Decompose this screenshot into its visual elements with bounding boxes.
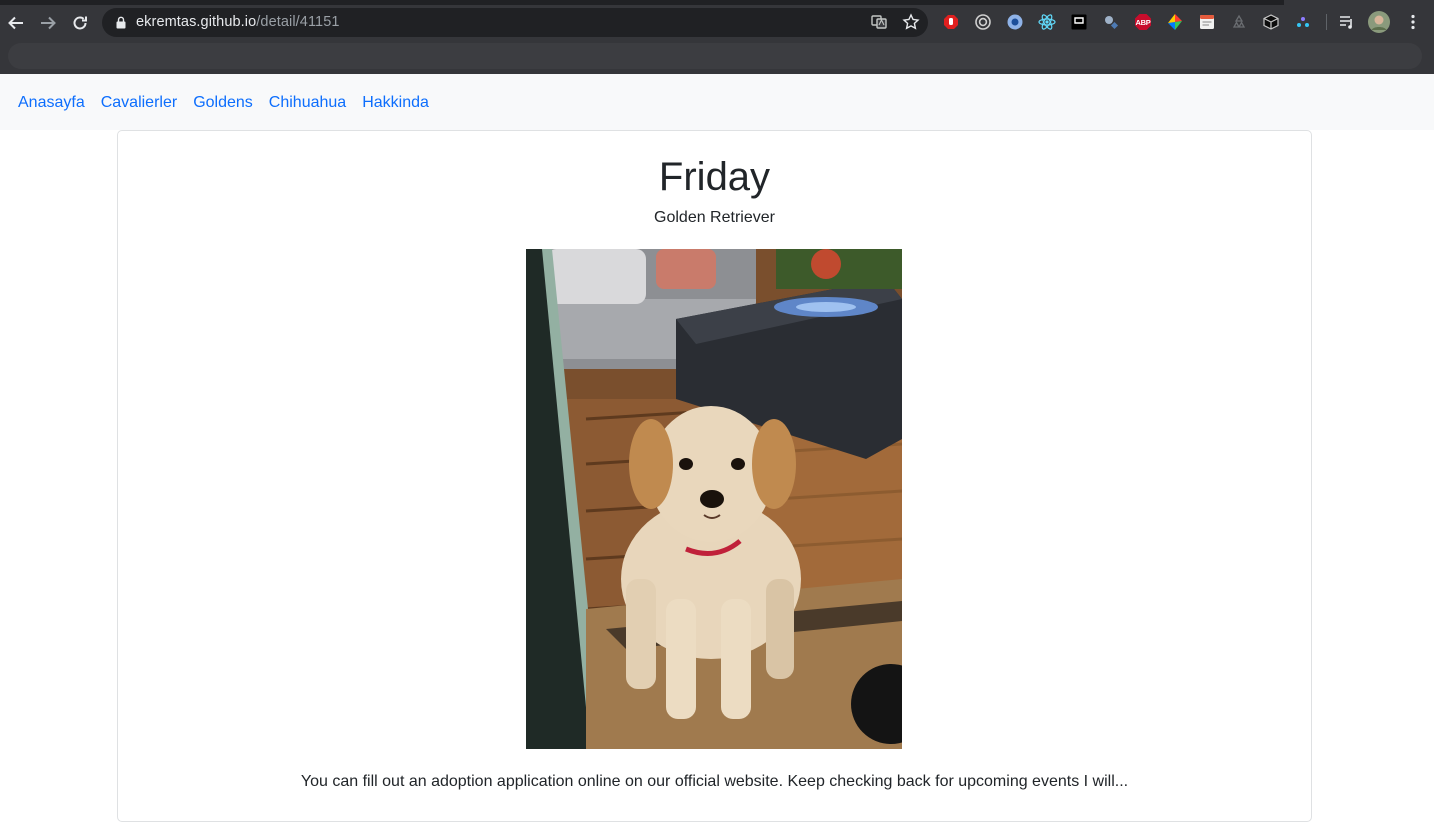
stop-hand-shape [944, 15, 958, 29]
notes-icon[interactable] [1198, 13, 1216, 31]
nav-links: Anasayfa Cavalierler Goldens Chihuahua H… [18, 93, 429, 112]
nav-link-goldens[interactable]: Goldens [193, 93, 253, 112]
cube-shape [1263, 14, 1279, 30]
nav-link-hakkinda[interactable]: Hakkinda [362, 93, 429, 112]
notes-shape [1200, 15, 1214, 29]
lock-icon [116, 16, 126, 29]
address-bar[interactable]: ekremtas.github.io/detail/41151 [102, 8, 928, 37]
url-text: ekremtas.github.io/detail/41151 [136, 14, 340, 30]
kebab-menu-icon [1411, 14, 1415, 30]
dog-description: You can fill out an adoption application… [300, 773, 1129, 790]
dog-photo-illustration [526, 249, 902, 749]
translate-icon[interactable] [870, 13, 888, 31]
avatar-icon [1368, 11, 1390, 33]
forward-button[interactable] [36, 11, 60, 35]
reload-icon [73, 16, 87, 30]
dots-icon[interactable] [1294, 13, 1312, 31]
cube-icon[interactable] [1262, 13, 1280, 31]
blue-drop-shape [1007, 14, 1023, 30]
recycle-icon[interactable] [1230, 13, 1248, 31]
satellite-shape [1105, 16, 1119, 30]
adblock-label: ABP [1135, 17, 1151, 27]
dog-name: Friday [658, 155, 771, 199]
dots-shape [1297, 17, 1309, 27]
nav-link-cavalierler[interactable]: Cavalierler [101, 93, 177, 112]
color-picker-shape [1168, 14, 1182, 30]
satellite-icon[interactable] [1102, 13, 1120, 31]
color-picker-icon[interactable] [1166, 13, 1184, 31]
media-controls-icon[interactable] [1338, 13, 1356, 31]
browser-chrome: ekremtas.github.io/detail/41151 ABP [0, 0, 1434, 74]
site-navbar: Anasayfa Cavalierler Goldens Chihuahua H… [0, 74, 1434, 130]
arrow-right-icon [41, 16, 56, 30]
arrow-left-icon [8, 16, 23, 30]
back-button[interactable] [4, 11, 28, 35]
circle-target-shape [975, 14, 991, 30]
reload-button[interactable] [68, 11, 92, 35]
react-atom-shape [1038, 14, 1056, 30]
url-path: /detail/41151 [256, 14, 340, 30]
active-tab-edge [1284, 0, 1434, 5]
circle-target-icon[interactable] [974, 13, 992, 31]
playlist-shape [1340, 16, 1352, 29]
bookmarks-bar [8, 43, 1422, 69]
dog-photo [526, 249, 902, 749]
bookmark-star-icon[interactable] [902, 13, 920, 31]
chrome-menu-button[interactable] [1404, 13, 1422, 31]
stop-hand-icon[interactable] [942, 13, 960, 31]
dog-breed: Golden Retriever [654, 209, 775, 226]
url-host: ekremtas.github.io [136, 14, 257, 30]
blue-drop-icon[interactable] [1006, 13, 1024, 31]
toolbar-separator [1326, 14, 1327, 30]
nav-link-anasayfa[interactable]: Anasayfa [18, 93, 85, 112]
tab-strip [0, 0, 1434, 5]
pocket-icon[interactable] [1070, 13, 1088, 31]
adblock-plus-icon[interactable]: ABP [1134, 13, 1152, 31]
recycle-shape [1232, 14, 1246, 28]
profile-avatar[interactable] [1368, 11, 1390, 33]
react-icon[interactable] [1038, 13, 1056, 31]
dog-detail-card: Friday Golden Retriever You can fill out… [117, 130, 1312, 822]
pocket-shape [1071, 14, 1087, 30]
nav-link-chihuahua[interactable]: Chihuahua [269, 93, 346, 112]
